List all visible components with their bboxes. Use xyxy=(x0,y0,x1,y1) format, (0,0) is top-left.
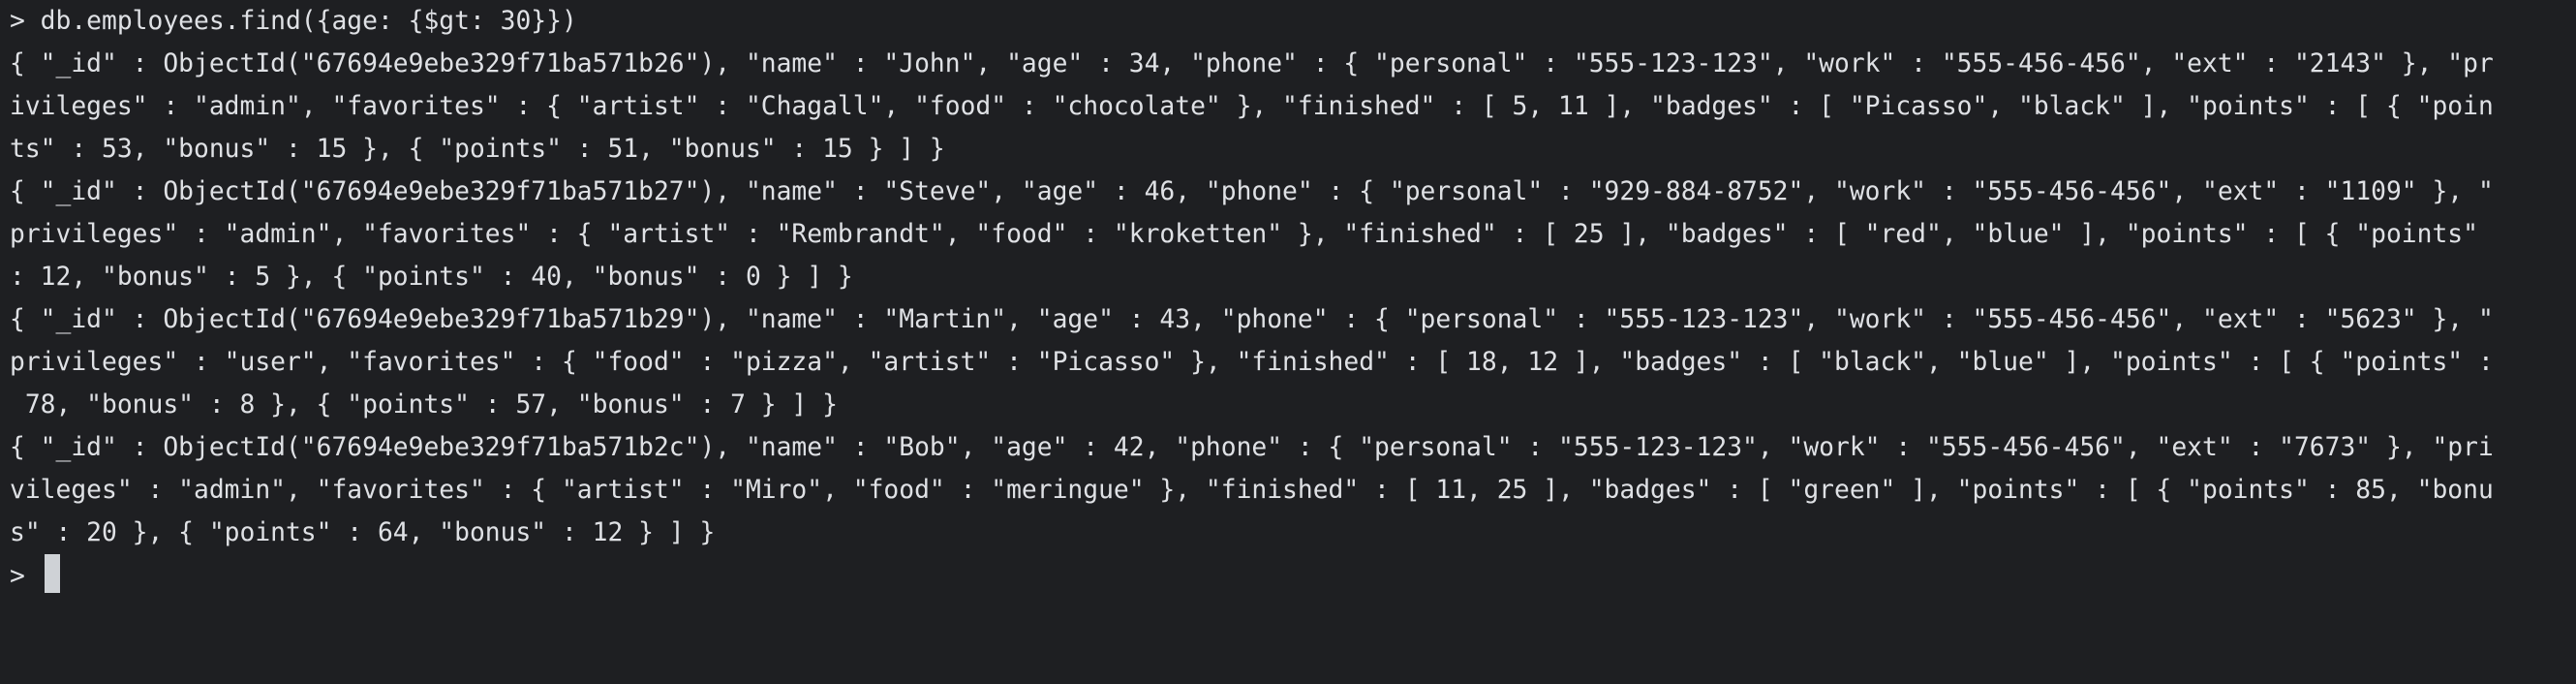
text-cursor[interactable] xyxy=(44,554,60,593)
output-line: privileges" : "user", "favorites" : { "f… xyxy=(10,348,2494,377)
output-line: vileges" : "admin", "favorites" : { "art… xyxy=(10,476,2494,505)
output-line: ts" : 53, "bonus" : 15 }, { "points" : 5… xyxy=(10,135,945,164)
output-line: 78, "bonus" : 8 }, { "points" : 57, "bon… xyxy=(10,390,838,420)
output-line: { "_id" : ObjectId("67694e9ebe329f71ba57… xyxy=(10,433,2494,462)
output-line: { "_id" : ObjectId("67694e9ebe329f71ba57… xyxy=(10,305,2494,334)
output-line: ivileges" : "admin", "favorites" : { "ar… xyxy=(10,92,2494,121)
command-line: > db.employees.find({age: {$gt: 30}}) xyxy=(10,7,577,36)
output-line: { "_id" : ObjectId("67694e9ebe329f71ba57… xyxy=(10,49,2494,78)
output-line: : 12, "bonus" : 5 }, { "points" : 40, "b… xyxy=(10,263,853,292)
prompt-symbol: > xyxy=(10,562,41,591)
output-line: privileges" : "admin", "favorites" : { "… xyxy=(10,220,2478,249)
input-line[interactable]: > xyxy=(10,554,2576,597)
output-line: s" : 20 }, { "points" : 64, "bonus" : 12… xyxy=(10,518,716,547)
output-line: { "_id" : ObjectId("67694e9ebe329f71ba57… xyxy=(10,177,2494,206)
terminal-window[interactable]: > db.employees.find({age: {$gt: 30}}) { "… xyxy=(0,0,2576,684)
